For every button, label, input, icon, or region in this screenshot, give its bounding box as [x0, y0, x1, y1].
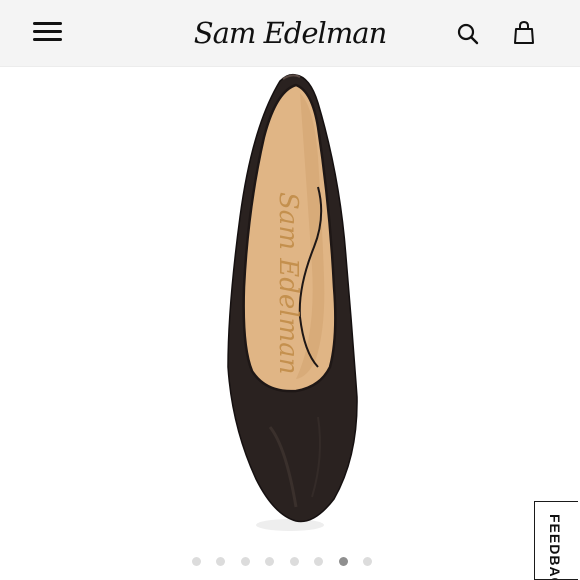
product-shoe-image: Sam Edelman — [227, 73, 358, 531]
carousel-dot-6[interactable] — [314, 557, 323, 566]
carousel-dot-8[interactable] — [363, 557, 372, 566]
carousel-dot-5[interactable] — [290, 557, 299, 566]
carousel-dot-3[interactable] — [241, 557, 250, 566]
search-icon[interactable] — [456, 22, 480, 46]
carousel-dot-7-active[interactable] — [339, 557, 348, 566]
svg-text:Sam Edelman: Sam Edelman — [273, 192, 303, 374]
product-page: Sam Edelman Sam Edelman FEEDBACK — [0, 0, 580, 580]
carousel-pagination — [0, 557, 580, 569]
menu-line — [33, 30, 62, 33]
carousel-dot-2[interactable] — [216, 557, 225, 566]
top-nav-bar: Sam Edelman — [0, 0, 580, 67]
shopping-bag-icon[interactable] — [511, 20, 537, 46]
brand-logo-text: Sam Edelman — [193, 16, 388, 50]
brand-logo[interactable]: Sam Edelman — [194, 8, 388, 58]
feedback-tab[interactable]: FEEDBACK — [534, 501, 578, 580]
menu-line — [33, 38, 62, 41]
carousel-dot-4[interactable] — [265, 557, 274, 566]
hamburger-menu-icon[interactable] — [33, 21, 63, 43]
carousel-dot-1[interactable] — [192, 557, 201, 566]
product-image-carousel[interactable]: Sam Edelman — [0, 67, 580, 547]
menu-line — [33, 22, 62, 25]
feedback-label: FEEDBACK — [547, 514, 563, 580]
